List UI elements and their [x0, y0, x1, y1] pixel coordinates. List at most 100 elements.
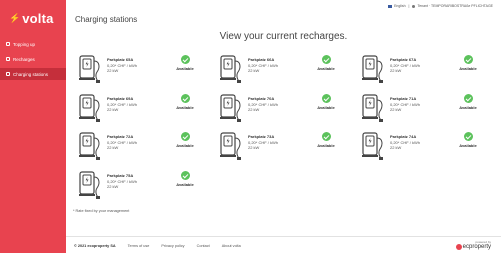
flag-icon [388, 4, 393, 8]
sidebar: ⚡ volta Topping up Recharges Charging st… [0, 0, 66, 253]
station-info: Parkplatz 75A 0,20* CHF / kWh 22 kW [107, 173, 137, 190]
station-card[interactable]: Parkplatz 70A 0,20* CHF / kWh 22 kW Avai… [218, 92, 343, 128]
station-info: Parkplatz 69A 0,20* CHF / kWh 22 kW [107, 96, 137, 113]
sidebar-item-charging-stations[interactable]: Charging stations [0, 68, 66, 80]
station-status: Available [458, 55, 478, 71]
status-label: Available [459, 105, 477, 110]
status-label: Available [176, 143, 194, 148]
status-label: Available [317, 66, 335, 71]
status-label: Available [176, 105, 194, 110]
station-info: Parkplatz 74A 0,20* CHF / kWh 22 kW [390, 134, 420, 151]
station-card[interactable]: Parkplatz 67A 0,20* CHF / kWh 22 kW Avai… [360, 53, 485, 89]
main-heading: View your current recharges. [219, 31, 348, 42]
station-status: Available [175, 132, 195, 148]
top-bar: Charging stations English | Tenant · TEM… [66, 0, 501, 30]
check-icon [180, 132, 190, 141]
station-power: 22 kW [248, 145, 260, 151]
status-label: Available [459, 66, 477, 71]
topup-icon [6, 42, 10, 46]
check-icon [321, 132, 331, 141]
station-card[interactable]: Parkplatz 74A 0,20* CHF / kWh 22 kW Avai… [360, 130, 485, 166]
station-card[interactable]: Parkplatz 75A 0,20* CHF / kWh 22 kW Avai… [77, 169, 202, 205]
charging-station-icon [6, 72, 10, 76]
status-label: Available [459, 143, 477, 148]
station-power: 22 kW [390, 145, 402, 151]
station-status: Available [175, 55, 195, 71]
rate-note: * Rate fixed by your management [73, 209, 130, 213]
station-status: Available [175, 94, 195, 110]
check-icon [180, 171, 190, 180]
language-selector[interactable]: English [394, 4, 405, 8]
station-name: Parkplatz 74A [390, 134, 417, 139]
station-power: 22 kW [248, 68, 260, 74]
station-power: 22 kW [390, 107, 402, 113]
station-card[interactable]: Parkplatz 72A 0,20* CHF / kWh 22 kW Avai… [77, 130, 202, 166]
ecoproperty-logo-icon [455, 244, 462, 250]
station-card[interactable]: Parkplatz 73A 0,20* CHF / kWh 22 kW Avai… [218, 130, 343, 166]
station-status: Available [316, 132, 336, 148]
footer: © 2021 ecoproperty SA Terms of use Priva… [66, 236, 501, 253]
check-icon [463, 132, 473, 141]
recharges-icon [6, 57, 10, 61]
footer-links: © 2021 ecoproperty SA Terms of use Priva… [74, 244, 253, 248]
station-name: Parkplatz 67A [390, 57, 417, 62]
check-icon [463, 94, 473, 103]
status-label: Available [176, 182, 194, 187]
station-info: Parkplatz 71A 0,20* CHF / kWh 22 kW [390, 96, 420, 113]
brand-name: ecproperty [462, 244, 491, 250]
station-name: Parkplatz 73A [248, 134, 275, 139]
sidebar-item-topping-up[interactable]: Topping up [0, 38, 66, 50]
station-info: Parkplatz 70A 0,20* CHF / kWh 22 kW [248, 96, 278, 113]
station-name: Parkplatz 75A [107, 173, 134, 178]
station-name: Parkplatz 71A [390, 96, 417, 101]
station-info: Parkplatz 65A 0,20* CHF / kWh 22 kW [107, 57, 137, 74]
station-card[interactable]: Parkplatz 65A 0,20* CHF / kWh 22 kW Avai… [77, 53, 202, 89]
about-link[interactable]: About volta [222, 244, 241, 248]
ecoproperty-brand: powered by ecproperty [455, 240, 491, 250]
station-name: Parkplatz 69A [107, 96, 134, 101]
station-name: Parkplatz 70A [248, 96, 275, 101]
status-label: Available [317, 105, 335, 110]
charger-icon [362, 132, 383, 160]
volta-logo-icon: ⚡ [9, 13, 21, 23]
charger-icon [362, 55, 383, 83]
station-card[interactable]: Parkplatz 71A 0,20* CHF / kWh 22 kW Avai… [360, 92, 485, 128]
charger-icon [362, 94, 383, 122]
sidebar-item-label: Recharges [13, 56, 35, 62]
contact-link[interactable]: Contact [197, 244, 210, 248]
sidebar-item-recharges[interactable]: Recharges [0, 53, 66, 65]
volta-logo-text: volta [22, 11, 54, 26]
station-info: Parkplatz 72A 0,20* CHF / kWh 22 kW [107, 134, 137, 151]
volta-logo[interactable]: ⚡ volta [9, 11, 54, 26]
station-status: Available [458, 94, 478, 110]
charger-icon [220, 55, 241, 83]
page-title: Charging stations [75, 15, 138, 24]
station-card[interactable]: Parkplatz 69A 0,20* CHF / kWh 22 kW Avai… [77, 92, 202, 128]
station-card[interactable]: Parkplatz 66A 0,20* CHF / kWh 22 kW Avai… [218, 53, 343, 89]
check-icon [180, 94, 190, 103]
station-name: Parkplatz 65A [107, 57, 134, 62]
status-label: Available [176, 66, 194, 71]
charger-icon [220, 94, 241, 122]
station-power: 22 kW [390, 68, 402, 74]
station-power: 22 kW [248, 107, 260, 113]
station-name: Parkplatz 72A [107, 134, 134, 139]
charger-icon [79, 132, 100, 160]
station-status: Available [175, 171, 195, 187]
sidebar-item-label: Topping up [13, 41, 36, 47]
separator: | [408, 4, 410, 8]
privacy-link[interactable]: Privacy policy [161, 244, 184, 248]
check-icon [321, 55, 331, 64]
status-label: Available [317, 143, 335, 148]
station-status: Available [458, 132, 478, 148]
station-power: 22 kW [107, 107, 119, 113]
sidebar-item-label: Charging stations [13, 71, 49, 77]
copyright: © 2021 ecoproperty SA [74, 244, 116, 248]
station-info: Parkplatz 73A 0,20* CHF / kWh 22 kW [248, 134, 278, 151]
user-icon [412, 4, 416, 8]
check-icon [463, 55, 473, 64]
terms-link[interactable]: Terms of use [128, 244, 150, 248]
station-name: Parkplatz 66A [248, 57, 275, 62]
tenant-selector[interactable]: Tenant · TEMPORARIBOSTRAße PFLICHTAGE [417, 4, 493, 8]
brand-logo: ecproperty [455, 244, 491, 250]
